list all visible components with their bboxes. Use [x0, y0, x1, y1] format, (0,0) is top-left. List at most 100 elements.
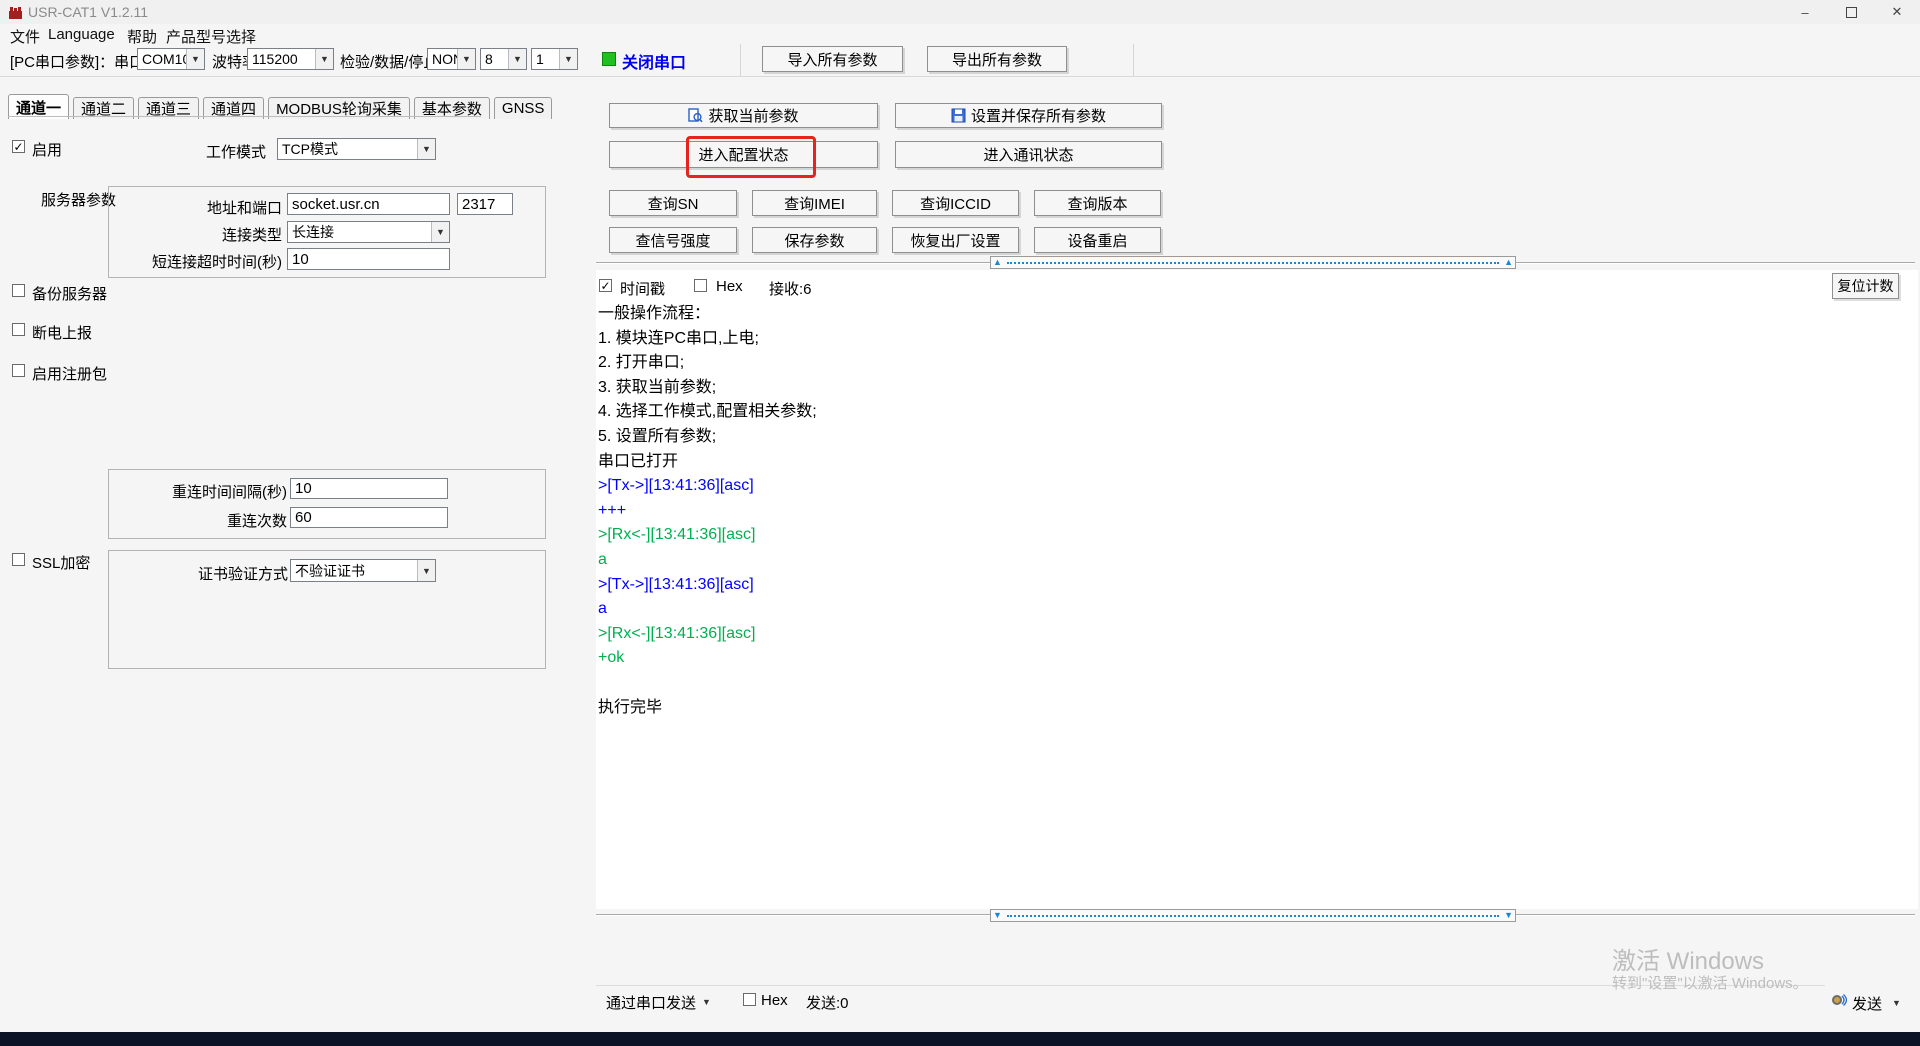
- parity-label: 检验/数据/停止: [340, 51, 438, 72]
- address-port-label: 地址和端口: [160, 197, 282, 218]
- tab-gnss[interactable]: GNSS: [494, 97, 553, 119]
- cert-verify-label: 证书验证方式: [126, 563, 288, 584]
- factory-reset-label: 恢复出厂设置: [910, 230, 1000, 251]
- send-hex-checkbox[interactable]: [743, 993, 756, 1006]
- titlebar: USR-CAT1 V1.2.11 – ✕: [0, 0, 1920, 24]
- export-params-label: 导出所有参数: [952, 49, 1042, 70]
- chevron-down-icon: ▼: [417, 139, 435, 159]
- conn-type-label: 连接类型: [160, 224, 282, 245]
- enter-comm-button[interactable]: 进入通讯状态: [895, 141, 1162, 168]
- export-params-button[interactable]: 导出所有参数: [927, 46, 1067, 72]
- log-line: 3. 获取当前参数;: [598, 376, 1908, 401]
- reboot-button[interactable]: 设备重启: [1034, 227, 1161, 253]
- ssl-checkbox[interactable]: [12, 553, 25, 566]
- log-line: 1. 模块连PC串口,上电;: [598, 327, 1908, 352]
- chevron-down-icon: ▼: [431, 222, 449, 242]
- recv-hex-label: Hex: [716, 278, 743, 295]
- import-params-label: 导入所有参数: [787, 49, 877, 70]
- send-button[interactable]: 发送: [1852, 993, 1882, 1014]
- databits-select[interactable]: 8 ▼: [480, 48, 527, 70]
- parity-select[interactable]: NONI ▼: [427, 48, 476, 70]
- maximize-button[interactable]: [1828, 0, 1874, 24]
- ssl-label: SSL加密: [32, 552, 90, 573]
- reconnect-times-label: 重连次数: [140, 510, 287, 531]
- chevron-down-icon: ▼: [508, 49, 526, 69]
- reconnect-interval-input[interactable]: [290, 478, 448, 499]
- query-sn-label: 查询SN: [648, 193, 699, 214]
- chevron-down-icon: ▼: [457, 49, 475, 69]
- enter-config-button[interactable]: 进入配置状态: [609, 141, 878, 168]
- reset-count-button[interactable]: 复位计数: [1832, 273, 1899, 299]
- minimize-button[interactable]: –: [1782, 0, 1828, 24]
- power-report-checkbox[interactable]: [12, 323, 25, 336]
- log-line: a: [598, 548, 1908, 573]
- databits-value: 8: [481, 51, 508, 67]
- menu-file[interactable]: 文件: [10, 26, 40, 44]
- query-imei-button[interactable]: 查询IMEI: [752, 190, 877, 216]
- send-via-serial-button[interactable]: 通过串口发送: [606, 992, 696, 1013]
- get-params-button[interactable]: 获取当前参数: [609, 103, 878, 128]
- close-port-button[interactable]: 关闭串口: [622, 49, 686, 73]
- reconnect-times-input[interactable]: [290, 507, 448, 528]
- import-params-button[interactable]: 导入所有参数: [762, 46, 903, 72]
- collapse-up-icon[interactable]: ▲: [1502, 258, 1515, 267]
- set-save-params-label: 设置并保存所有参数: [971, 105, 1106, 126]
- menu-product-model[interactable]: 产品型号选择: [166, 26, 256, 44]
- work-mode-value: TCP模式: [278, 139, 417, 159]
- query-iccid-button[interactable]: 查询ICCID: [892, 190, 1019, 216]
- log-line: >[Tx->][13:41:36][asc]: [598, 474, 1908, 499]
- doc-magnifier-icon: [688, 108, 703, 123]
- timestamp-checkbox[interactable]: ✓: [599, 279, 612, 292]
- backup-server-checkbox[interactable]: [12, 284, 25, 297]
- conn-type-select[interactable]: 长连接 ▼: [287, 221, 450, 243]
- chevron-down-icon: ▼: [315, 49, 333, 69]
- collapse-down-icon[interactable]: ▼: [991, 911, 1004, 920]
- query-sn-button[interactable]: 查询SN: [609, 190, 737, 216]
- chevron-down-icon: ▼: [417, 560, 435, 581]
- address-input[interactable]: [287, 193, 450, 215]
- log-line: 2. 打开串口;: [598, 351, 1908, 376]
- query-version-label: 查询版本: [1067, 193, 1127, 214]
- collapse-down-icon[interactable]: ▼: [1502, 911, 1515, 920]
- reg-packet-checkbox[interactable]: [12, 364, 25, 377]
- app-window: USR-CAT1 V1.2.11 – ✕ 文件 Language 帮助 产品型号…: [0, 0, 1920, 1046]
- port-open-indicator-icon: [602, 52, 616, 66]
- close-button[interactable]: ✕: [1874, 0, 1920, 24]
- log-line: 一般操作流程：: [598, 302, 1908, 327]
- recv-hex-checkbox[interactable]: [694, 279, 707, 292]
- collapse-up-icon[interactable]: ▲: [991, 258, 1004, 267]
- port-input[interactable]: [457, 193, 513, 215]
- set-save-params-button[interactable]: 设置并保存所有参数: [895, 103, 1162, 128]
- splitter-handle-bottom[interactable]: ▼ ▼: [990, 909, 1516, 922]
- get-params-label: 获取当前参数: [708, 105, 798, 126]
- chevron-down-icon[interactable]: ▼: [702, 997, 711, 1007]
- power-report-label: 断电上报: [32, 322, 92, 343]
- stopbits-select[interactable]: 1 ▼: [531, 48, 578, 70]
- query-version-button[interactable]: 查询版本: [1034, 190, 1161, 216]
- baud-select[interactable]: 115200 ▼: [247, 48, 334, 70]
- splitter-dots: [1007, 915, 1499, 917]
- splitter-dots: [1007, 262, 1499, 264]
- reset-count-label: 复位计数: [1838, 276, 1894, 296]
- menu-help[interactable]: 帮助: [127, 26, 157, 44]
- factory-reset-button[interactable]: 恢复出厂设置: [892, 227, 1019, 253]
- save-params-button[interactable]: 保存参数: [752, 227, 877, 253]
- log-line: +ok: [598, 646, 1908, 671]
- short-timeout-label: 短连接超时时间(秒): [120, 251, 282, 272]
- short-timeout-input[interactable]: [287, 248, 450, 270]
- cert-verify-select[interactable]: 不验证证书 ▼: [290, 559, 436, 582]
- chevron-down-icon: ▼: [559, 49, 577, 69]
- work-mode-select[interactable]: TCP模式 ▼: [277, 138, 436, 160]
- chevron-down-icon[interactable]: ▼: [1892, 998, 1901, 1008]
- menu-language[interactable]: Language: [48, 26, 115, 44]
- query-iccid-label: 查询ICCID: [920, 193, 991, 214]
- enable-checkbox[interactable]: ✓: [12, 140, 25, 153]
- send-icon: [1830, 992, 1847, 1009]
- com-port-value: COM10: [138, 51, 186, 67]
- com-port-select[interactable]: COM10 ▼: [137, 48, 205, 70]
- splitter-handle-top[interactable]: ▲ ▲: [990, 256, 1516, 269]
- enter-comm-label: 进入通讯状态: [983, 144, 1073, 165]
- conn-type-value: 长连接: [288, 222, 431, 242]
- bottom-dark-strip: [0, 1032, 1920, 1046]
- query-signal-button[interactable]: 查信号强度: [609, 227, 737, 253]
